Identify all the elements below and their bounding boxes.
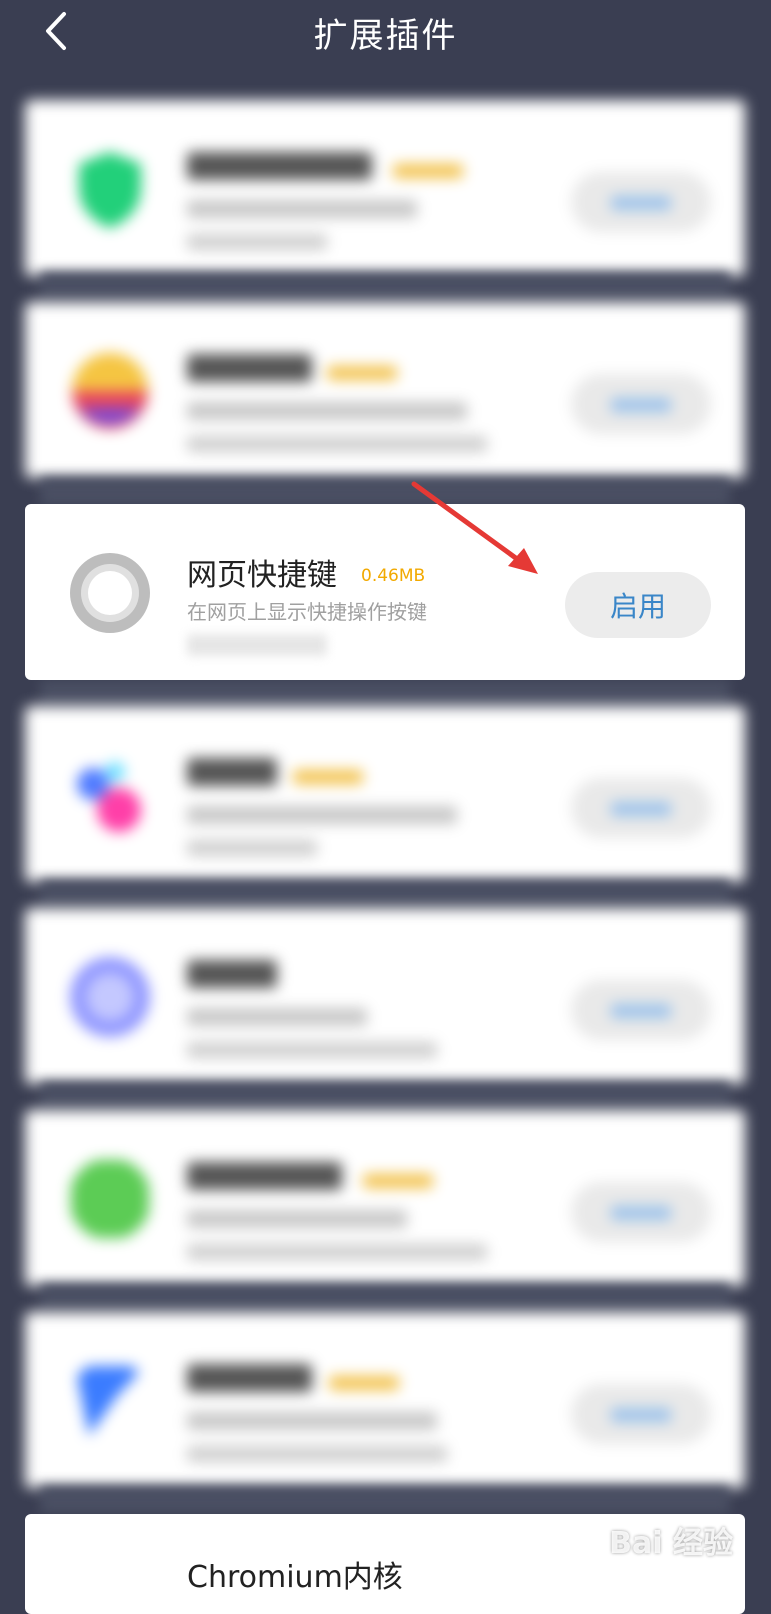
annotation-arrow-icon — [411, 481, 538, 574]
enable-button[interactable] — [571, 980, 711, 1040]
bubbles-icon — [77, 762, 141, 832]
plugin-card[interactable] — [25, 1110, 745, 1286]
enable-button[interactable] — [571, 172, 711, 232]
enable-button[interactable] — [571, 1384, 711, 1444]
plugin-meta — [187, 634, 327, 656]
plugin-card[interactable] — [25, 706, 745, 882]
plugin-name: 网页快捷键 — [187, 558, 337, 593]
layers-icon — [72, 353, 148, 429]
square-icon — [71, 1160, 149, 1238]
plugin-card[interactable] — [25, 908, 745, 1084]
flag-icon — [75, 1366, 145, 1436]
plugin-name: Chromium内核 — [187, 1560, 403, 1595]
ring-icon — [70, 553, 150, 633]
circle-badge-icon — [70, 957, 150, 1037]
enable-button[interactable]: 启用 — [565, 572, 711, 638]
plugin-card-web-shortcuts[interactable]: 网页快捷键 0.46MB 在网页上显示快捷操作按键 启用 — [25, 504, 745, 680]
plugin-description: 在网页上显示快捷操作按键 — [187, 600, 427, 624]
watermark-url: jingyan.baidu.com — [611, 1571, 731, 1586]
shield-icon — [79, 152, 141, 228]
plugin-list: 网页快捷键 0.46MB 在网页上显示快捷操作按键 启用 Chromium内核 — [0, 0, 771, 1614]
enable-button[interactable] — [571, 374, 711, 434]
enable-button[interactable] — [571, 778, 711, 838]
plugin-card[interactable] — [25, 1312, 745, 1488]
plugin-card[interactable] — [25, 302, 745, 478]
plugin-card[interactable] — [25, 100, 745, 276]
enable-button[interactable] — [571, 1182, 711, 1242]
watermark-logo: Bai 经验 — [609, 1526, 733, 1561]
